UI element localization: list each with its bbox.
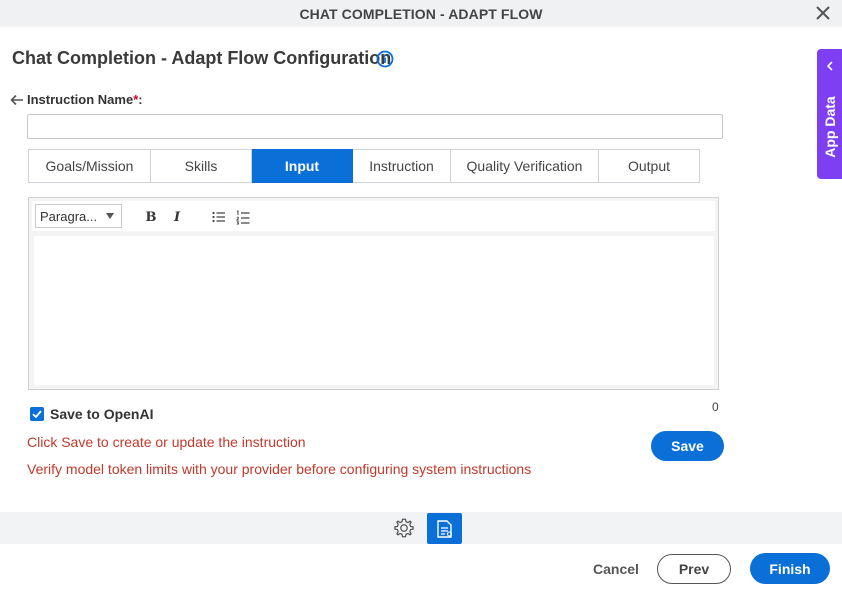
rich-text-editor: Paragra... B I bbox=[28, 197, 719, 390]
bottom-toolbar bbox=[0, 512, 842, 544]
italic-button[interactable]: I bbox=[169, 209, 185, 225]
editor-content-area[interactable] bbox=[34, 236, 714, 385]
tab-output[interactable]: Output bbox=[599, 149, 700, 183]
app-data-label: App Data bbox=[822, 96, 838, 158]
bold-button[interactable]: B bbox=[143, 209, 159, 225]
editor-toolbar: Paragra... B I bbox=[32, 201, 715, 231]
save-to-openai-checkbox[interactable] bbox=[30, 407, 44, 421]
window-titlebar: CHAT COMPLETION - ADAPT FLOW bbox=[0, 0, 842, 27]
document-button[interactable] bbox=[427, 513, 462, 544]
instruction-name-input[interactable] bbox=[27, 114, 723, 139]
save-hint-message: Click Save to create or update the instr… bbox=[27, 434, 306, 450]
tab-quality-verification[interactable]: Quality Verification bbox=[451, 149, 599, 183]
bullet-list-icon[interactable] bbox=[211, 209, 227, 225]
app-data-panel-toggle[interactable]: App Data bbox=[817, 49, 842, 179]
finish-button[interactable]: Finish bbox=[750, 553, 830, 584]
save-button[interactable]: Save bbox=[651, 431, 724, 461]
token-limit-message: Verify model token limits with your prov… bbox=[27, 461, 532, 477]
window-title: CHAT COMPLETION - ADAPT FLOW bbox=[299, 5, 543, 22]
page-title: Chat Completion - Adapt Flow Configurati… bbox=[12, 48, 392, 68]
prev-button[interactable]: Prev bbox=[657, 554, 731, 584]
close-icon[interactable] bbox=[814, 4, 832, 22]
info-icon[interactable] bbox=[376, 50, 394, 68]
paragraph-format-select[interactable]: Paragra... bbox=[35, 204, 122, 228]
tab-skills[interactable]: Skills bbox=[151, 149, 252, 183]
cancel-button[interactable]: Cancel bbox=[593, 561, 639, 577]
chevron-down-icon bbox=[106, 213, 114, 219]
instruction-tabs: Goals/Mission Skills Input Instruction Q… bbox=[28, 149, 700, 183]
instruction-name-label-text: Instruction Name bbox=[27, 92, 134, 107]
tab-instruction[interactable]: Instruction bbox=[353, 149, 451, 183]
tab-input[interactable]: Input bbox=[252, 149, 353, 183]
gear-icon[interactable] bbox=[393, 517, 415, 539]
tab-goals-mission[interactable]: Goals/Mission bbox=[28, 149, 151, 183]
document-icon bbox=[436, 519, 452, 538]
numbered-list-icon[interactable] bbox=[235, 209, 251, 225]
save-to-openai-label: Save to OpenAI bbox=[50, 406, 154, 422]
instruction-name-label: Instruction Name*: bbox=[27, 92, 143, 107]
back-arrow-icon[interactable] bbox=[9, 93, 25, 107]
label-suffix: : bbox=[138, 92, 143, 107]
character-count: 0 bbox=[712, 400, 719, 414]
paragraph-format-value: Paragra... bbox=[40, 208, 98, 224]
chevron-left-icon bbox=[826, 61, 833, 71]
